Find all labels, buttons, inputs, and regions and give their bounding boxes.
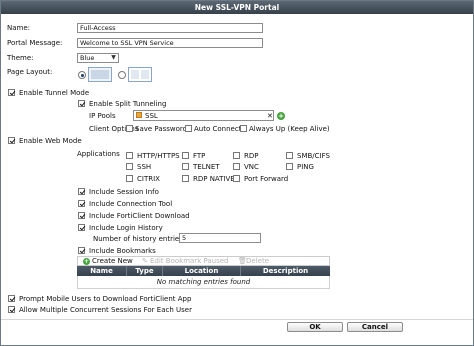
address-icon [136, 112, 142, 118]
app-port-forward-label: Port Forward [244, 175, 289, 183]
include-session-info-checkbox[interactable] [78, 188, 85, 195]
app-citrix-checkbox[interactable] [126, 175, 133, 182]
column-type[interactable]: Type [127, 266, 163, 276]
app-ssh-checkbox[interactable] [126, 163, 133, 170]
ip-pools-label: IP Pools [89, 112, 116, 120]
delete-button[interactable]: Delete [246, 256, 269, 266]
edit-bookmark-button[interactable]: Edit Bookmark Paused [150, 256, 229, 266]
history-entries-input[interactable]: 5 [179, 233, 261, 243]
allow-multiple-sessions-label: Allow Multiple Concurrent Sessions For E… [19, 306, 192, 314]
allow-multiple-sessions-checkbox[interactable] [8, 306, 15, 313]
column-name[interactable]: Name [77, 266, 127, 276]
cancel-button[interactable]: Cancel [347, 322, 403, 332]
app-ftp-label: FTP [193, 152, 206, 160]
enable-web-mode-label: Enable Web Mode [19, 137, 82, 145]
edit-icon: ✎ [142, 257, 148, 265]
ip-pool-chip: SSL [145, 112, 158, 120]
column-description[interactable]: Description [241, 266, 330, 276]
app-smb-cifs-label: SMB/CIFS [297, 152, 330, 160]
app-port-forward-checkbox[interactable] [233, 175, 240, 182]
layout-2-preview-icon[interactable] [128, 67, 152, 82]
include-login-history-label: Include Login History [89, 224, 163, 232]
app-ping-label: PING [297, 163, 314, 171]
include-forticlient-label: Include FortiClient Download [89, 212, 190, 220]
always-up-checkbox[interactable] [240, 125, 247, 132]
app-rdp-native-checkbox[interactable] [182, 175, 189, 182]
theme-value: Blue [80, 54, 95, 62]
theme-label: Theme: [7, 54, 34, 62]
save-password-label: Save Password [135, 125, 188, 133]
history-entries-label: Number of history entries: [93, 235, 186, 243]
app-rdp-label: RDP [244, 152, 259, 160]
app-ftp-checkbox[interactable] [182, 152, 189, 159]
auto-connect-checkbox[interactable] [185, 125, 192, 132]
layout-option-2-radio[interactable] [118, 71, 126, 79]
include-bookmarks-checkbox[interactable] [78, 247, 85, 254]
create-new-button[interactable]: Create New [92, 256, 133, 266]
include-bookmarks-label: Include Bookmarks [89, 247, 156, 255]
include-session-info-label: Include Session Info [89, 188, 159, 196]
auto-connect-label: Auto Connect [194, 125, 242, 133]
bookmarks-empty-message: No matching entries found [77, 276, 330, 289]
layout-1-preview-icon[interactable] [88, 67, 112, 82]
window-title: New SSL-VPN Portal [1, 1, 473, 14]
app-vnc-label: VNC [244, 163, 259, 171]
app-citrix-label: CITRIX [137, 175, 160, 183]
app-telnet-checkbox[interactable] [182, 163, 189, 170]
ssl-vpn-portal-dialog: New SSL-VPN Portal Name: Full-Access Por… [0, 0, 474, 346]
enable-tunnel-mode-label: Enable Tunnel Mode [19, 89, 90, 97]
app-rdp-checkbox[interactable] [233, 152, 240, 159]
prompt-mobile-label: Prompt Mobile Users to Download FortiCli… [19, 295, 192, 303]
app-telnet-label: TELNET [193, 163, 220, 171]
enable-tunnel-mode-checkbox[interactable] [8, 89, 15, 96]
bookmarks-table-header: Name Type Location Description [77, 266, 330, 276]
bookmarks-toolbar: + Create New ✎ Edit Bookmark Paused 🗑 De… [77, 256, 330, 266]
column-location[interactable]: Location [163, 266, 241, 276]
chevron-down-icon: ▼ [111, 54, 116, 61]
include-forticlient-checkbox[interactable] [78, 212, 85, 219]
app-vnc-checkbox[interactable] [233, 163, 240, 170]
app-ssh-label: SSH [137, 163, 152, 171]
add-icon: + [83, 258, 90, 265]
name-input[interactable]: Full-Access [77, 23, 263, 33]
enable-split-tunneling-checkbox[interactable] [78, 100, 85, 107]
footer-divider [1, 319, 473, 320]
theme-select[interactable]: Blue ▼ [77, 53, 119, 63]
ok-button[interactable]: OK [287, 322, 343, 332]
include-connection-tool-checkbox[interactable] [78, 200, 85, 207]
app-http-https-label: HTTP/HTTPS [137, 152, 180, 160]
prompt-mobile-checkbox[interactable] [8, 295, 15, 302]
portal-message-input[interactable]: Welcome to SSL VPN Service [77, 38, 263, 48]
remove-pool-icon[interactable]: ✕ [267, 111, 273, 121]
app-http-https-checkbox[interactable] [126, 152, 133, 159]
enable-split-tunneling-label: Enable Split Tunneling [89, 100, 167, 108]
include-login-history-checkbox[interactable] [78, 224, 85, 231]
name-label: Name: [7, 24, 31, 32]
page-layout-label: Page Layout: [7, 68, 53, 76]
applications-label: Applications [77, 150, 120, 158]
always-up-label: Always Up (Keep Alive) [249, 125, 330, 133]
portal-message-label: Portal Message: [7, 39, 63, 47]
add-pool-icon[interactable]: + [277, 112, 285, 120]
app-smb-cifs-checkbox[interactable] [286, 152, 293, 159]
layout-option-1-radio[interactable] [78, 71, 86, 79]
include-connection-tool-label: Include Connection Tool [89, 200, 173, 208]
enable-web-mode-checkbox[interactable] [8, 137, 15, 144]
save-password-checkbox[interactable] [126, 125, 133, 132]
app-ping-checkbox[interactable] [286, 163, 293, 170]
app-rdp-native-label: RDP NATIVE [193, 175, 235, 183]
